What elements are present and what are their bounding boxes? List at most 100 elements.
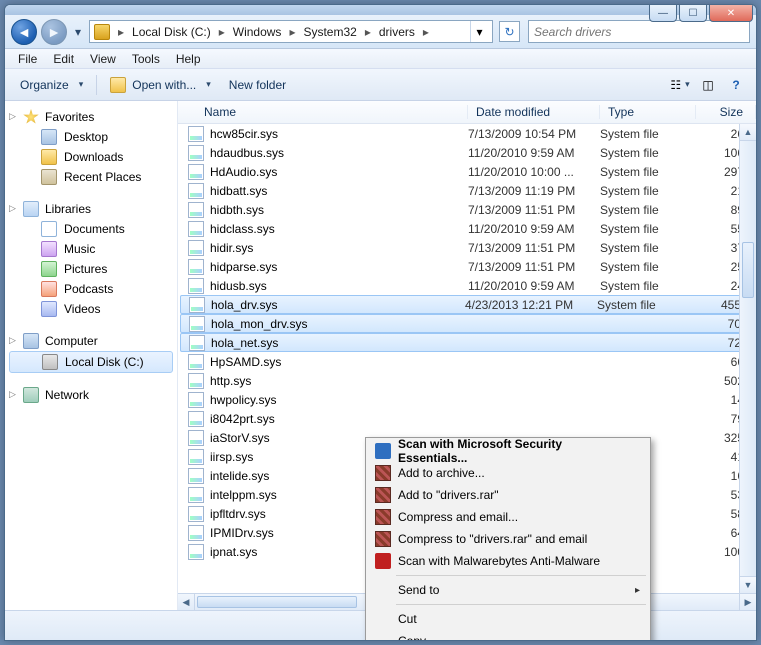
ctx-cut[interactable]: Cut — [368, 608, 648, 630]
sidebar-item-downloads[interactable]: Downloads — [5, 147, 177, 167]
menu-view[interactable]: View — [83, 50, 123, 68]
sidebar-item-recent[interactable]: Recent Places — [5, 167, 177, 187]
navigation-pane: ▷Favorites Desktop Downloads Recent Plac… — [5, 101, 178, 610]
file-row[interactable]: hcw85cir.sys7/13/2009 10:54 PMSystem fil… — [178, 124, 756, 143]
nav-forward-button[interactable]: ► — [41, 19, 67, 45]
hscroll-thumb[interactable] — [197, 596, 357, 608]
file-name: hidclass.sys — [210, 222, 468, 236]
column-size[interactable]: Size — [696, 105, 756, 119]
file-row[interactable]: hidir.sys7/13/2009 11:51 PMSystem file37 — [178, 238, 756, 257]
file-date: 11/20/2010 10:00 ... — [468, 165, 600, 179]
file-type: System file — [600, 146, 696, 160]
menu-file[interactable]: File — [11, 50, 44, 68]
minimize-button[interactable]: — — [649, 4, 677, 22]
menu-tools[interactable]: Tools — [125, 50, 167, 68]
file-name: hwpolicy.sys — [210, 393, 468, 407]
maximize-button[interactable]: ☐ — [679, 4, 707, 22]
library-icon — [23, 201, 39, 217]
breadcrumb-segment[interactable]: Local Disk (C:) — [132, 25, 211, 39]
file-name: HdAudio.sys — [210, 165, 468, 179]
sidebar-item-pictures[interactable]: Pictures — [5, 259, 177, 279]
file-row[interactable]: http.sys502 — [178, 371, 756, 390]
file-type: System file — [600, 279, 696, 293]
sidebar-item-documents[interactable]: Documents — [5, 219, 177, 239]
refresh-button[interactable]: ↻ — [499, 21, 520, 42]
file-type: System file — [597, 298, 693, 312]
file-type: System file — [600, 165, 696, 179]
recent-icon — [41, 169, 57, 185]
file-row[interactable]: hidparse.sys7/13/2009 11:51 PMSystem fil… — [178, 257, 756, 276]
desktop-icon — [41, 129, 57, 145]
music-icon — [41, 241, 57, 257]
scroll-right-button[interactable]: ▶ — [739, 594, 756, 610]
file-row[interactable]: hola_drv.sys4/23/2013 12:21 PMSystem fil… — [180, 295, 754, 314]
file-row[interactable]: hdaudbus.sys11/20/2010 9:59 AMSystem fil… — [178, 143, 756, 162]
file-row[interactable]: hidusb.sys11/20/2010 9:59 AMSystem file2… — [178, 276, 756, 295]
sidebar-group-network[interactable]: ▷Network — [5, 385, 177, 405]
ctx-add-to-rar[interactable]: Add to "drivers.rar" — [368, 484, 648, 506]
file-row[interactable]: HdAudio.sys11/20/2010 10:00 ...System fi… — [178, 162, 756, 181]
new-folder-button[interactable]: New folder — [220, 74, 295, 96]
sidebar-item-desktop[interactable]: Desktop — [5, 127, 177, 147]
close-button[interactable]: ✕ — [709, 4, 753, 22]
column-date[interactable]: Date modified — [468, 105, 600, 119]
ctx-copy[interactable]: Copy — [368, 630, 648, 641]
column-name[interactable]: Name — [178, 105, 468, 119]
file-name: hdaudbus.sys — [210, 146, 468, 160]
file-name: hidbth.sys — [210, 203, 468, 217]
open-with-button[interactable]: Open with... — [101, 73, 220, 97]
ctx-scan-mse[interactable]: Scan with Microsoft Security Essentials.… — [368, 440, 648, 462]
help-button[interactable]: ? — [722, 74, 750, 96]
ctx-add-archive[interactable]: Add to archive... — [368, 462, 648, 484]
file-row[interactable]: hwpolicy.sys14 — [178, 390, 756, 409]
context-menu: Scan with Microsoft Security Essentials.… — [365, 437, 651, 641]
address-dropdown[interactable]: ▾ — [470, 21, 488, 42]
menu-edit[interactable]: Edit — [46, 50, 81, 68]
column-headers: Name Date modified Type Size — [178, 101, 756, 124]
file-row[interactable]: i8042prt.sys79 — [178, 409, 756, 428]
scroll-up-button[interactable]: ▲ — [740, 124, 756, 141]
file-row[interactable]: hidbatt.sys7/13/2009 11:19 PMSystem file… — [178, 181, 756, 200]
file-row[interactable]: hola_mon_drv.sys70 — [180, 314, 754, 333]
file-date: 7/13/2009 11:51 PM — [468, 241, 600, 255]
menu-help[interactable]: Help — [169, 50, 208, 68]
file-date: 7/13/2009 10:54 PM — [468, 127, 600, 141]
sys-file-icon — [188, 183, 204, 199]
organize-button[interactable]: Organize — [11, 74, 92, 96]
scroll-left-button[interactable]: ◀ — [178, 594, 195, 610]
sys-file-icon — [188, 487, 204, 503]
address-bar[interactable]: ▸ Local Disk (C:) ▸ Windows ▸ System32 ▸… — [89, 20, 493, 43]
sidebar-item-podcasts[interactable]: Podcasts — [5, 279, 177, 299]
nav-back-button[interactable]: ◄ — [11, 19, 37, 45]
sidebar-group-favorites[interactable]: ▷Favorites — [5, 107, 177, 127]
file-row[interactable]: HpSAMD.sys66 — [178, 352, 756, 371]
ctx-compress-to-email[interactable]: Compress to "drivers.rar" and email — [368, 528, 648, 550]
scroll-thumb[interactable] — [742, 242, 754, 298]
drive-icon — [42, 354, 58, 370]
sidebar-group-libraries[interactable]: ▷Libraries — [5, 199, 177, 219]
column-type[interactable]: Type — [600, 105, 696, 119]
search-input[interactable] — [534, 25, 744, 39]
vertical-scrollbar[interactable]: ▲ ▼ — [739, 124, 756, 593]
file-name: hola_net.sys — [211, 336, 465, 350]
view-options-button[interactable]: ☷ — [666, 74, 694, 96]
podcasts-icon — [41, 281, 57, 297]
breadcrumb-segment[interactable]: Windows — [233, 25, 282, 39]
breadcrumb-segment[interactable]: System32 — [303, 25, 356, 39]
sidebar-group-computer[interactable]: ▷Computer — [5, 331, 177, 351]
sidebar-item-videos[interactable]: Videos — [5, 299, 177, 319]
preview-pane-button[interactable]: ◫ — [694, 74, 722, 96]
shield-icon — [375, 443, 391, 459]
ctx-compress-email[interactable]: Compress and email... — [368, 506, 648, 528]
search-box[interactable] — [528, 20, 750, 43]
file-row[interactable]: hola_net.sys72 — [180, 333, 754, 352]
breadcrumb-segment[interactable]: drivers — [379, 25, 415, 39]
scroll-down-button[interactable]: ▼ — [740, 576, 756, 593]
file-row[interactable]: hidbth.sys7/13/2009 11:51 PMSystem file8… — [178, 200, 756, 219]
file-row[interactable]: hidclass.sys11/20/2010 9:59 AMSystem fil… — [178, 219, 756, 238]
sidebar-item-music[interactable]: Music — [5, 239, 177, 259]
nav-history-dropdown[interactable]: ▾ — [71, 20, 85, 44]
sidebar-item-local-disk[interactable]: Local Disk (C:) — [9, 351, 173, 373]
ctx-scan-mbam[interactable]: Scan with Malwarebytes Anti-Malware — [368, 550, 648, 572]
ctx-send-to[interactable]: Send to — [368, 579, 648, 601]
